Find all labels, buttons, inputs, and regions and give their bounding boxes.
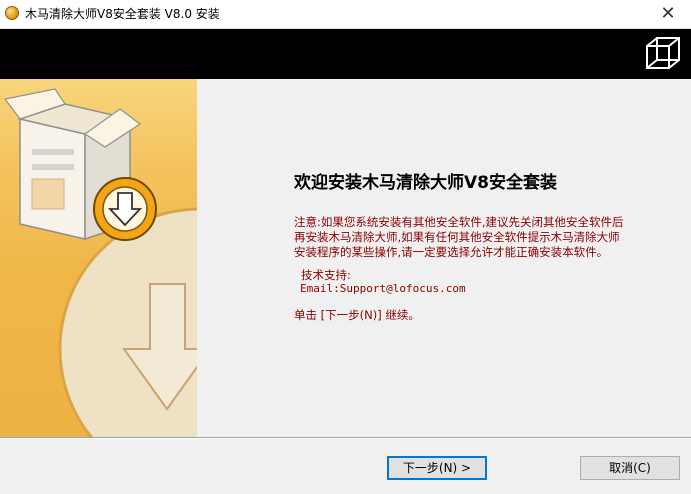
note-line-3: 安装程序的某些操作,请一定要选择允许才能正确安装本软件。 bbox=[294, 245, 609, 259]
close-button[interactable]: ✕ bbox=[645, 0, 691, 28]
app-icon bbox=[5, 6, 19, 20]
note-line-1: 注意:如果您系统安装有其他安全软件,建议先关闭其他安全软件后 bbox=[294, 215, 624, 229]
title-bar: 木马清除大师V8安全套装 V8.0 安装 ✕ bbox=[0, 0, 691, 29]
footer-divider-highlight bbox=[0, 438, 691, 439]
header-banner bbox=[0, 29, 691, 79]
note-line-2: 再安装木马清除大师,如果有任何其他安全软件提示木马清除大师 bbox=[294, 230, 620, 244]
cancel-button[interactable]: 取消(C) bbox=[580, 456, 680, 480]
support-email: Email:Support@lofocus.com bbox=[300, 282, 466, 295]
window-title: 木马清除大师V8安全套装 V8.0 安装 bbox=[25, 7, 220, 21]
cube-icon bbox=[646, 37, 680, 69]
instruction-text: 单击 [下一步(N)] 继续。 bbox=[294, 308, 420, 322]
installer-side-image bbox=[0, 79, 197, 437]
welcome-heading: 欢迎安装木马清除大师V8安全套装 bbox=[294, 173, 557, 193]
support-label: 技术支持: bbox=[301, 268, 351, 282]
next-button[interactable]: 下一步(N) > bbox=[387, 456, 487, 480]
